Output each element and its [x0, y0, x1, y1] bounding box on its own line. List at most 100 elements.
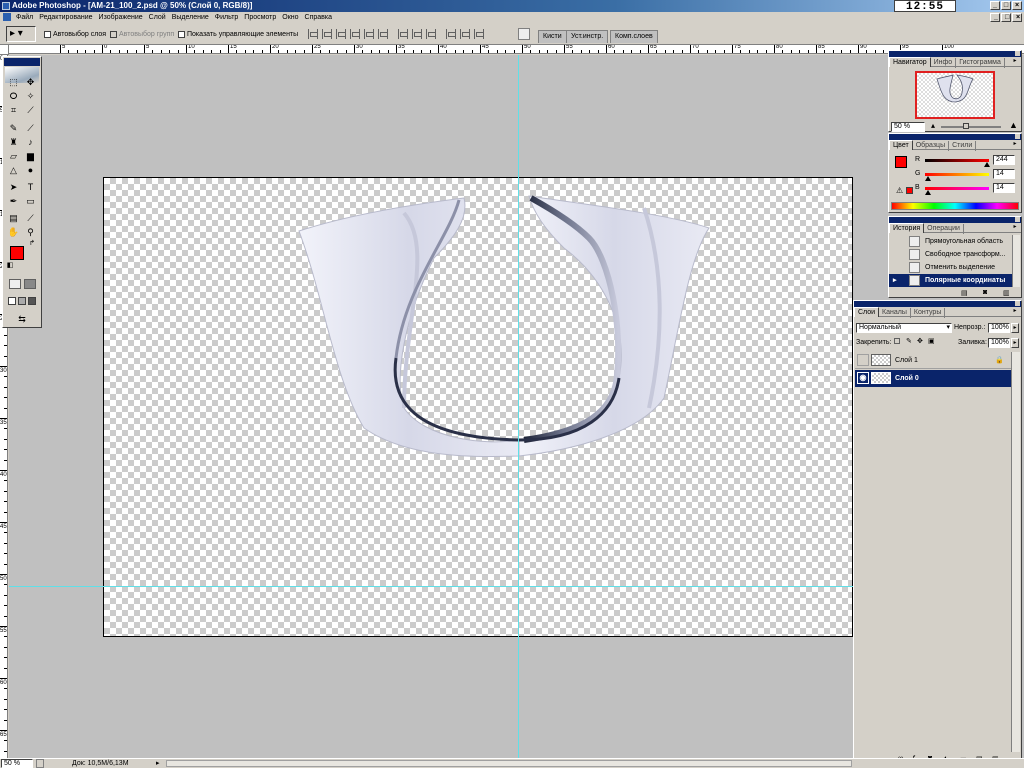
color-g-field[interactable]: 14 [993, 169, 1015, 179]
horizontal-scrollbar[interactable] [166, 760, 852, 767]
status-zoom-field[interactable]: 50 % [1, 759, 33, 768]
layer-row[interactable]: Слой 1 🔒 [855, 352, 1012, 369]
distribute-top-icon[interactable] [398, 29, 408, 39]
dodge-tool-icon[interactable]: ● [23, 164, 38, 177]
history-item-selected[interactable]: ▸ Полярные координаты [889, 274, 1013, 287]
opacity-field[interactable]: 100% [988, 323, 1010, 333]
layers-scrollbar[interactable] [1011, 352, 1020, 752]
standard-mode-icon[interactable] [9, 279, 21, 289]
lasso-tool-icon[interactable]: ⵔ [6, 90, 21, 103]
crop-tool-icon[interactable]: ⌗ [6, 104, 21, 117]
marquee-tool-icon[interactable]: ⬚ [6, 76, 21, 89]
history-snapshot-icon[interactable]: ◙ [983, 289, 987, 296]
menu-window[interactable]: Окно [279, 12, 301, 24]
tab-history[interactable]: История [889, 223, 925, 233]
show-transform-checkbox[interactable]: Показать управляющие элементы [178, 30, 298, 40]
history-new-doc-icon[interactable]: ▤ [961, 289, 968, 297]
history-item[interactable]: Отменить выделение [889, 261, 1013, 274]
zoom-in-icon[interactable]: ▲ [1009, 120, 1018, 130]
tab-styles[interactable]: Стили [949, 141, 977, 151]
tab-paths[interactable]: Контуры [911, 308, 946, 318]
eyedropper-tool-icon[interactable]: ⟋ [23, 212, 38, 225]
color-g-slider[interactable] [925, 173, 989, 176]
menu-file[interactable]: Файл [13, 12, 36, 24]
magic-wand-tool-icon[interactable]: ✧ [23, 90, 38, 103]
history-scrollbar[interactable] [1012, 235, 1020, 287]
menu-select[interactable]: Выделение [169, 12, 212, 24]
align-vcenter-icon[interactable] [322, 29, 332, 39]
lock-pixels-icon[interactable]: ✎ [906, 337, 912, 345]
type-tool-icon[interactable]: T [23, 181, 38, 194]
workspace-icon[interactable] [518, 28, 530, 40]
quick-mask-mode-icon[interactable] [24, 279, 36, 289]
horizontal-ruler[interactable]: 5 0 5 10 15 20 25 30 35 40 45 50 55 60 65 70 75 80 85 90 95 1… [8, 45, 1024, 54]
color-spectrum-ramp[interactable] [891, 202, 1019, 210]
history-brush-tool-icon[interactable]: ♪ [23, 136, 38, 149]
foreground-color-swatch[interactable] [10, 246, 24, 260]
status-menu-arrow-icon[interactable]: ▸ [156, 759, 160, 768]
tab-channels[interactable]: Каналы [879, 308, 911, 318]
tool-preset-picker[interactable]: ▸ ▾ [6, 26, 36, 42]
eraser-tool-icon[interactable]: ▱ [6, 150, 21, 163]
layer-name[interactable]: Слой 1 [895, 354, 918, 367]
opacity-slider-button[interactable]: ▸ [1011, 323, 1019, 333]
blend-mode-select[interactable]: Нормальный ▾ [856, 323, 952, 333]
color-g-thumb[interactable] [925, 176, 931, 181]
history-close-icon[interactable] [1015, 217, 1020, 222]
maximize-button[interactable]: □ [1001, 1, 1011, 10]
menu-image[interactable]: Изображение [96, 12, 146, 24]
history-item[interactable]: Свободное трансформ... [889, 248, 1013, 261]
path-selection-tool-icon[interactable]: ➤ [6, 181, 21, 194]
tab-histogram[interactable]: Гистограмма [956, 58, 1005, 68]
jump-to-imageready-icon[interactable]: ⇆ [9, 313, 35, 326]
document-canvas[interactable] [103, 177, 853, 637]
pen-tool-icon[interactable]: ✒ [6, 195, 21, 208]
layer-name[interactable]: Слой 0 [895, 372, 919, 385]
horizontal-guide[interactable] [9, 586, 853, 587]
layer-visibility-eye-icon[interactable] [857, 354, 869, 366]
screen-mode-full-icon[interactable] [28, 297, 36, 305]
default-colors-icon[interactable]: ◧ [6, 262, 14, 270]
color-r-field[interactable]: 244 [993, 155, 1015, 165]
distribute-bottom-icon[interactable] [426, 29, 436, 39]
navigator-zoom-thumb[interactable] [963, 123, 969, 129]
tab-swatches[interactable]: Образцы [913, 141, 950, 151]
doc-close-button[interactable]: × [1012, 13, 1022, 22]
fill-slider-button[interactable]: ▸ [1011, 338, 1019, 348]
navigator-preview[interactable] [915, 71, 995, 119]
tab-layers[interactable]: Слои [854, 307, 880, 317]
distribute-right-icon[interactable] [474, 29, 484, 39]
minimize-button[interactable]: _ [990, 1, 1000, 10]
vertical-guide[interactable] [518, 55, 519, 758]
gamut-warning-icon[interactable]: ⚠ [896, 186, 903, 195]
menu-help[interactable]: Справка [302, 12, 335, 24]
history-menu-icon[interactable]: ▸ [1011, 224, 1019, 231]
move-tool-icon[interactable]: ✥ [23, 76, 38, 89]
notes-tool-icon[interactable]: ▤ [6, 212, 21, 225]
color-b-slider[interactable] [925, 187, 989, 190]
shape-tool-icon[interactable]: ▭ [23, 195, 38, 208]
ruler-origin[interactable] [0, 45, 9, 55]
menu-layer[interactable]: Слой [146, 12, 169, 24]
layers-close-icon[interactable] [1015, 301, 1020, 306]
align-right-icon[interactable] [378, 29, 388, 39]
well-tab-brushes[interactable]: Кисти [538, 30, 567, 43]
hand-tool-icon[interactable]: ✋ [6, 226, 21, 239]
brush-tool-icon[interactable]: ⟋ [23, 122, 38, 135]
document-icon[interactable] [3, 13, 11, 22]
clone-stamp-tool-icon[interactable]: ♜ [6, 136, 21, 149]
navigator-zoom-field[interactable]: 50 % [891, 122, 925, 132]
screen-mode-full-menu-icon[interactable] [18, 297, 26, 305]
gradient-tool-icon[interactable]: ▆ [23, 150, 38, 163]
align-top-icon[interactable] [308, 29, 318, 39]
well-tab-layer-comps[interactable]: Комп.слоев [610, 30, 658, 43]
distribute-left-icon[interactable] [446, 29, 456, 39]
fill-field[interactable]: 100% [988, 338, 1010, 348]
doc-minimize-button[interactable]: _ [990, 13, 1000, 22]
distribute-vcenter-icon[interactable] [412, 29, 422, 39]
color-close-icon[interactable] [1015, 134, 1020, 139]
layer-row-selected[interactable]: ◉ Слой 0 [855, 370, 1012, 387]
color-menu-icon[interactable]: ▸ [1011, 141, 1019, 148]
history-delete-icon[interactable]: ▥ [1003, 289, 1010, 297]
color-b-thumb[interactable] [925, 190, 931, 195]
